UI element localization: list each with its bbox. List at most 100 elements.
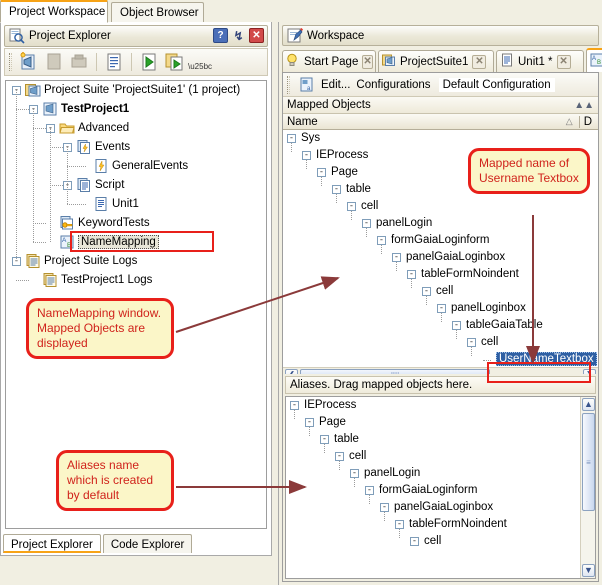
tree-item[interactable]: -cell xyxy=(283,334,598,351)
doc-tab-start-page[interactable]: Start Page ✕ xyxy=(282,50,376,72)
run-icon[interactable] xyxy=(138,51,160,73)
tree-item[interactable]: -tableGaiaTable xyxy=(283,317,598,334)
pin-button[interactable]: ↯ xyxy=(231,28,246,43)
tree-expander-icon[interactable]: - xyxy=(305,418,314,427)
tree-expander-icon[interactable]: - xyxy=(12,257,21,266)
tree-expander-icon[interactable]: - xyxy=(320,435,329,444)
vscroll-thumb[interactable]: ≡ xyxy=(582,413,595,511)
doc-tab-projectsuite1[interactable]: ProjectSuite1 ✕ xyxy=(378,50,494,72)
new-project-icon[interactable] xyxy=(18,51,40,73)
tree-expander-icon[interactable]: - xyxy=(395,520,404,529)
callout-username-textbox: Mapped name of Username Textbox xyxy=(468,148,590,194)
tree-expander-icon[interactable]: - xyxy=(380,503,389,512)
tree-item[interactable]: -cell xyxy=(286,533,579,550)
aliases-tree[interactable]: -IEProcess-Page-table-cell-panelLogin-fo… xyxy=(286,397,579,578)
close-icon[interactable]: ✕ xyxy=(362,55,372,69)
tree-item[interactable]: UserNameTextbox xyxy=(283,351,598,367)
tree-expander-icon[interactable]: - xyxy=(392,253,401,262)
tree-expander-icon[interactable]: - xyxy=(29,105,38,114)
keywordtests-icon xyxy=(59,215,75,231)
tree-item[interactable]: -Page xyxy=(286,414,579,431)
close-button[interactable]: ✕ xyxy=(249,28,264,43)
tree-expander-icon[interactable]: - xyxy=(422,287,431,296)
tree-item[interactable]: -formGaiaLoginform xyxy=(286,482,579,499)
tree-item[interactable]: -Events xyxy=(6,138,266,157)
collapse-chevron-icon[interactable]: ▲▲ xyxy=(574,100,594,111)
tree-item[interactable]: -cell xyxy=(283,283,598,300)
tree-item-label: Page xyxy=(331,164,358,181)
tab-code-explorer[interactable]: Code Explorer xyxy=(103,534,193,553)
tree-item[interactable]: -Project Suite 'ProjectSuite1' (1 projec… xyxy=(6,81,266,100)
tree-expander-icon[interactable]: - xyxy=(377,236,386,245)
tree-item[interactable]: KeywordTests xyxy=(6,214,266,233)
tree-item[interactable]: -Script xyxy=(6,176,266,195)
tree-item[interactable]: -tableFormNoindent xyxy=(283,266,598,283)
column-name-header[interactable]: Name xyxy=(283,116,566,128)
tree-expander-icon[interactable]: - xyxy=(452,321,461,330)
tree-item[interactable]: -formGaiaLoginform xyxy=(283,232,598,249)
tree-item-label: Unit1 xyxy=(112,195,139,214)
toolbar-dropdown-arrow[interactable]: \u25bc xyxy=(188,62,212,71)
mapped-objects-section-header[interactable]: Mapped Objects ▲▲ xyxy=(283,97,598,114)
scroll-up-icon[interactable]: ▲ xyxy=(582,398,595,411)
tree-item[interactable]: -Sys xyxy=(283,130,598,147)
tree-expander-icon[interactable]: - xyxy=(332,185,341,194)
aliases-vscrollbar[interactable]: ▲ ≡ ▼ xyxy=(580,397,595,578)
tree-expander-icon[interactable]: - xyxy=(407,270,416,279)
tab-project-workspace[interactable]: Project Workspace xyxy=(0,0,108,23)
doc-tab-unit1[interactable]: Unit1 * ✕ xyxy=(496,50,584,72)
unit-icon xyxy=(500,53,514,70)
tree-expander-icon[interactable]: - xyxy=(410,537,419,546)
properties-icon[interactable] xyxy=(103,51,125,73)
tab-object-browser[interactable]: Object Browser xyxy=(111,2,204,22)
toolbar-grip[interactable] xyxy=(9,53,12,71)
tree-item[interactable]: -panelLoginbox xyxy=(283,300,598,317)
tree-item[interactable]: -panelLogin xyxy=(283,215,598,232)
tree-expander-icon[interactable]: - xyxy=(302,151,311,160)
tree-item[interactable]: -cell xyxy=(283,198,598,215)
tree-item[interactable]: -TestProject1 xyxy=(6,100,266,119)
mapped-objects-label: Mapped Objects xyxy=(287,99,371,111)
tree-expander-icon[interactable]: - xyxy=(437,304,446,313)
tree-expander-icon[interactable]: - xyxy=(347,202,356,211)
tree-item[interactable]: -tableFormNoindent xyxy=(286,516,579,533)
tree-expander-icon[interactable]: - xyxy=(287,134,296,143)
tree-expander-icon[interactable]: - xyxy=(365,486,374,495)
tree-expander-icon[interactable]: - xyxy=(290,401,299,410)
tree-item[interactable]: TestProject1 Logs xyxy=(6,271,266,290)
run-project-icon[interactable] xyxy=(163,51,185,73)
tree-item[interactable]: -panelGaiaLoginbox xyxy=(286,499,579,516)
close-icon[interactable]: ✕ xyxy=(472,55,486,69)
tree-expander-icon[interactable]: - xyxy=(12,86,21,95)
column-extra-header[interactable]: D xyxy=(579,116,598,128)
tree-item[interactable]: -panelGaiaLoginbox xyxy=(283,249,598,266)
tree-expander-icon[interactable]: - xyxy=(350,469,359,478)
edit-button[interactable]: Edit... xyxy=(321,79,350,91)
tree-item[interactable]: -Advanced xyxy=(6,119,266,138)
tree-item[interactable]: Unit1 xyxy=(6,195,266,214)
tab-project-explorer[interactable]: Project Explorer xyxy=(3,534,101,553)
doc-tab-namemapping[interactable]: AB xyxy=(586,48,602,72)
tree-expander-icon[interactable]: - xyxy=(63,143,72,152)
workspace-pane: Workspace Start Page ✕ ProjectSuite1 ✕ xyxy=(278,22,602,585)
tree-expander-icon[interactable]: - xyxy=(317,168,326,177)
help-button[interactable]: ? xyxy=(213,28,228,43)
close-icon[interactable]: ✕ xyxy=(557,55,571,69)
tree-item[interactable]: -IEProcess xyxy=(286,397,579,414)
tree-item[interactable]: -cell xyxy=(286,448,579,465)
tree-item[interactable]: ABNameMapping xyxy=(6,233,266,252)
tree-expander-icon[interactable]: - xyxy=(362,219,371,228)
tree-expander-icon[interactable]: - xyxy=(335,452,344,461)
scroll-down-icon[interactable]: ▼ xyxy=(582,564,595,577)
tree-item-label: cell xyxy=(349,448,366,465)
toolbar-grip[interactable] xyxy=(287,76,290,94)
tree-item[interactable]: -table xyxy=(286,431,579,448)
tree-item[interactable]: GeneralEvents xyxy=(6,157,266,176)
tree-expander-icon[interactable]: - xyxy=(467,338,476,347)
tree-item[interactable]: -Project Suite Logs xyxy=(6,252,266,271)
tree-expander-icon[interactable]: - xyxy=(46,124,55,133)
tree-item[interactable]: -panelLogin xyxy=(286,465,579,482)
aliases-panel[interactable]: -IEProcess-Page-table-cell-panelLogin-fo… xyxy=(285,396,596,579)
configuration-value[interactable]: Default Configuration xyxy=(439,78,555,92)
tree-expander-icon[interactable]: - xyxy=(63,181,72,190)
